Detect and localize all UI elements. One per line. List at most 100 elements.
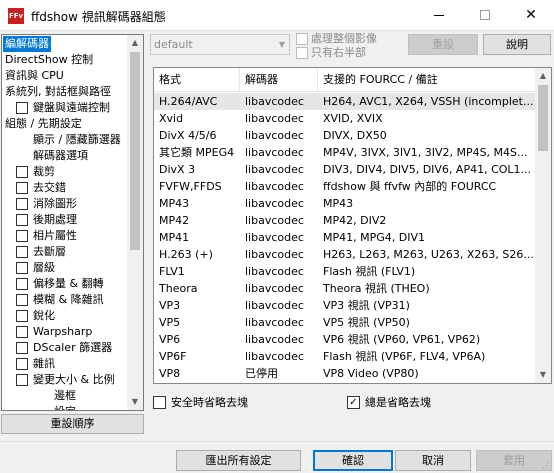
tree-item[interactable]: 顯示 / 隱藏篩選器 xyxy=(33,132,121,148)
tree-item-checkbox[interactable] xyxy=(16,214,28,226)
fourcc-cell: Theora 視訊 (THEO) xyxy=(323,282,430,295)
tree-item-checkbox[interactable] xyxy=(16,246,28,258)
reset-button[interactable]: 重設 xyxy=(408,34,478,55)
codec-list-scrollbar[interactable]: ▲ ▼ xyxy=(535,68,551,383)
scroll-down-icon[interactable]: ▼ xyxy=(535,367,551,383)
right-half-only-checkbox[interactable] xyxy=(296,47,308,59)
tree-item[interactable]: 裁剪 xyxy=(33,164,55,180)
maximize-button[interactable] xyxy=(462,0,508,30)
table-row[interactable]: VP6 libavcodec VP6 視訊 (VP60, VP61, VP62) xyxy=(154,331,537,348)
help-button[interactable]: 說明 xyxy=(483,34,551,55)
fourcc-cell: DIV3, DIV4, DIV5, DIV6, AP41, COL1... xyxy=(323,163,532,176)
tree-item-checkbox[interactable] xyxy=(16,230,28,242)
tree-item[interactable]: 層級 xyxy=(33,260,55,276)
tree-item[interactable]: 編解碼器 xyxy=(3,36,51,52)
reset-order-button[interactable]: 重設順序 xyxy=(1,414,144,434)
header-fourcc[interactable]: 支援的 FOURCC / 備註 xyxy=(318,68,537,92)
table-row[interactable]: MP43 libavcodec MP43 xyxy=(154,195,537,212)
tree-item[interactable]: Warpsharp xyxy=(33,324,92,340)
table-row[interactable]: VP5 libavcodec VP5 視訊 (VP50) xyxy=(154,314,537,331)
ok-button[interactable]: 確認 xyxy=(313,450,393,471)
tree-item[interactable]: 相片屬性 xyxy=(33,228,77,244)
tree-scroll-thumb[interactable] xyxy=(130,52,140,250)
header-decoder[interactable]: 解碼器 xyxy=(240,68,318,92)
fourcc-cell: VP5 視訊 (VP50) xyxy=(323,316,410,329)
apply-button[interactable]: 套用 xyxy=(476,450,552,471)
tree-item-checkbox[interactable] xyxy=(16,166,28,178)
safe-skip-loop-option[interactable]: 安全時省略去塊 xyxy=(153,396,303,409)
tree-item-checkbox[interactable] xyxy=(16,262,28,274)
codec-list-scroll-thumb[interactable] xyxy=(538,85,548,151)
header-format[interactable]: 格式 xyxy=(154,68,240,92)
table-row[interactable]: MP41 libavcodec MP41, MPG4, DIV1 xyxy=(154,229,537,246)
tree-item-checkbox[interactable] xyxy=(16,278,28,290)
table-row[interactable]: VP6F libavcodec Flash 視訊 (VP6F, FLV4, VP6A… xyxy=(154,348,537,365)
minimize-button[interactable] xyxy=(416,0,462,30)
codec-list[interactable]: 格式 解碼器 支援的 FOURCC / 備註 H.264/AVC libavcod… xyxy=(153,67,552,384)
tree-item[interactable]: 模糊 & 降雜訊 xyxy=(33,292,104,308)
tree-item[interactable]: 邊框 xyxy=(54,388,76,404)
always-skip-loop-option[interactable]: ✓ 總是省略去塊 xyxy=(347,396,497,409)
format-cell: Theora xyxy=(159,282,198,295)
always-skip-loop-checkbox[interactable]: ✓ xyxy=(347,396,360,409)
tree-item[interactable]: 後期處理 xyxy=(33,212,77,228)
fourcc-cell: Flash 視訊 (VP6F, FLV4, VP6A) xyxy=(323,350,486,363)
tree-item-checkbox[interactable] xyxy=(16,310,28,322)
resize-grip-icon[interactable]: ⋰ xyxy=(542,461,552,471)
table-row[interactable]: Theora libavcodec Theora 視訊 (THEO) xyxy=(154,280,537,297)
tree-item-checkbox[interactable] xyxy=(16,182,28,194)
table-row[interactable]: H.264/AVC libavcodec H264, AVC1, X264, VSS… xyxy=(154,93,537,110)
table-row[interactable]: DivX 4/5/6 libavcodec DIVX, DX50 xyxy=(154,127,537,144)
tree-item[interactable]: 設定 xyxy=(54,404,76,410)
fourcc-cell: XVID, XVIX xyxy=(323,112,383,125)
scroll-up-icon[interactable]: ▲ xyxy=(127,35,143,51)
decoder-cell: libavcodec xyxy=(245,299,304,312)
tree-item-checkbox[interactable] xyxy=(16,102,28,114)
table-row[interactable]: VP8 已停用 VP8 Video (VP80) xyxy=(154,365,537,382)
tree-item[interactable]: DScaler 篩選器 xyxy=(33,340,112,356)
export-all-settings-button[interactable]: 匯出所有設定 xyxy=(176,450,301,471)
tree-item[interactable]: 資訊與 CPU xyxy=(5,68,64,84)
tree-item-checkbox[interactable] xyxy=(16,294,28,306)
table-row[interactable]: H.263 (+) libavcodec H263, L263, M263, U26… xyxy=(154,246,537,263)
table-row[interactable]: FLV1 libavcodec Flash 視訊 (FLV1) xyxy=(154,263,537,280)
table-row[interactable]: DivX 3 libavcodec DIV3, DIV4, DIV5, DIV6, … xyxy=(154,161,537,178)
tree-item[interactable]: 去交錯 xyxy=(33,180,66,196)
settings-tree[interactable]: 編解碼器 DirectShow 控制 資訊與 CPU 系統列, 對話框與路徑 鍵盤與遠端… xyxy=(1,34,144,411)
maximize-icon xyxy=(480,10,490,20)
tree-item[interactable]: DirectShow 控制 xyxy=(5,52,93,68)
tree-item[interactable]: 組態 / 先期設定 xyxy=(5,116,82,132)
tree-item-checkbox[interactable] xyxy=(16,198,28,210)
tree-item[interactable]: 去斷層 xyxy=(33,244,66,260)
format-cell: H.263 (+) xyxy=(159,248,213,261)
safe-skip-loop-checkbox[interactable] xyxy=(153,396,166,409)
table-row[interactable]: FVFW,FFDS libavcodec ffdshow 與 ffvfw 內部的 F… xyxy=(154,178,537,195)
cancel-button[interactable]: 取消 xyxy=(395,450,471,471)
table-row[interactable]: 其它類 MPEG4 libavcodec MP4V, 3IVX, 3IV1, 3IV… xyxy=(154,144,537,161)
tree-item-checkbox[interactable] xyxy=(16,326,28,338)
footer-divider xyxy=(0,441,554,442)
table-row[interactable]: MP42 libavcodec MP42, DIV2 xyxy=(154,212,537,229)
tree-item[interactable]: 偏移量 & 翻轉 xyxy=(33,276,104,292)
fourcc-cell: MP42, DIV2 xyxy=(323,214,387,227)
close-button[interactable]: ✕ xyxy=(508,0,554,30)
tree-item[interactable]: 解碼器選項 xyxy=(33,148,88,164)
tree-item-checkbox[interactable] xyxy=(16,358,28,370)
fourcc-cell: DIVX, DX50 xyxy=(323,129,387,142)
tree-item-checkbox[interactable] xyxy=(16,374,28,386)
tree-scrollbar[interactable]: ▲ ▼ xyxy=(127,35,143,410)
tree-item[interactable]: 鍵盤與遠端控制 xyxy=(33,100,110,116)
table-row[interactable]: Xvid libavcodec XVID, XVIX xyxy=(154,110,537,127)
scroll-up-icon[interactable]: ▲ xyxy=(535,68,551,84)
tree-item[interactable]: 變更大小 & 比例 xyxy=(33,372,115,388)
tree-item[interactable]: 系統列, 對話框與路徑 xyxy=(5,84,111,100)
table-row[interactable]: VP3 libavcodec VP3 視訊 (VP31) xyxy=(154,297,537,314)
tree-item-checkbox[interactable] xyxy=(16,342,28,354)
tree-item[interactable]: 銳化 xyxy=(33,308,55,324)
process-whole-image-checkbox[interactable] xyxy=(296,33,308,45)
tree-item[interactable]: 消除圖形 xyxy=(33,196,77,212)
tree-item[interactable]: 雜訊 xyxy=(33,356,55,372)
codec-list-header: 格式 解碼器 支援的 FOURCC / 備註 xyxy=(154,68,537,92)
scroll-down-icon[interactable]: ▼ xyxy=(127,394,143,410)
preset-dropdown[interactable]: default ▼ xyxy=(150,34,290,55)
